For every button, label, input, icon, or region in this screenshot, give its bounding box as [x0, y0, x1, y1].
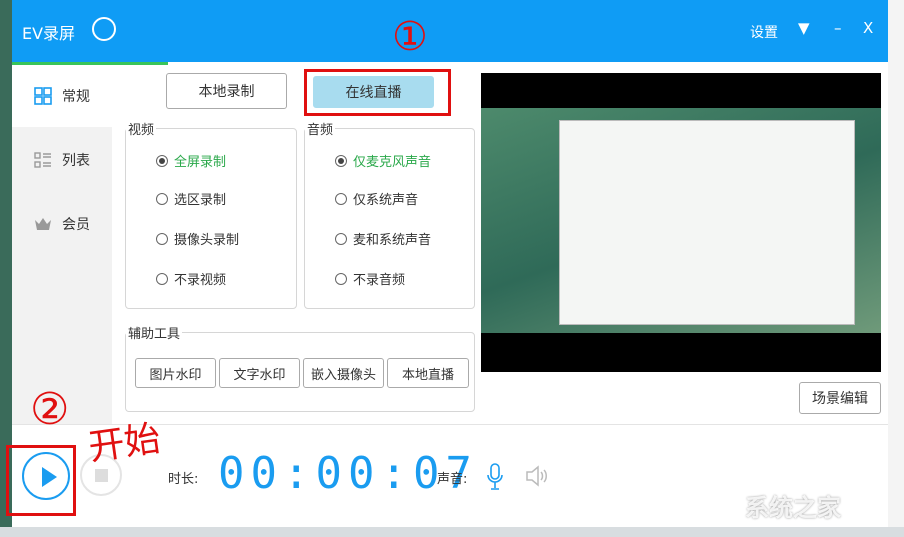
user-icon[interactable]	[92, 17, 116, 41]
annotation-start: 开始	[85, 418, 164, 469]
background-window	[888, 0, 904, 537]
speaker-icon[interactable]	[525, 465, 549, 487]
annotation-box-play	[6, 445, 76, 516]
radio	[156, 232, 168, 245]
minimize-button[interactable]: –	[834, 19, 842, 37]
sound-label: 声音:	[437, 472, 468, 487]
audio-option-system[interactable]: 仅系统声音	[335, 189, 418, 208]
radio	[335, 154, 347, 167]
option-label: 选区录制	[174, 193, 227, 208]
audio-group-label: 音频	[305, 119, 336, 138]
list-icon	[34, 152, 51, 168]
watermark: 系统之家	[745, 494, 841, 522]
background-taskbar	[0, 527, 904, 537]
option-label: 不录音频	[353, 273, 406, 288]
option-label: 麦和系统声音	[353, 233, 432, 248]
video-option-none[interactable]: 不录视频	[156, 269, 226, 288]
image-watermark-button[interactable]: 图片水印	[135, 358, 216, 388]
audio-option-both[interactable]: 麦和系统声音	[335, 229, 431, 248]
sidebar-item-member[interactable]: 会员	[12, 193, 112, 255]
sidebar: 常规 列表 会员	[12, 65, 112, 425]
browser-thumbnail	[559, 120, 855, 325]
sidebar-item-list[interactable]: 列表	[12, 129, 112, 191]
option-label: 全屏录制	[174, 155, 227, 170]
radio	[335, 192, 347, 205]
radio	[335, 272, 347, 285]
local-live-button[interactable]: 本地直播	[387, 358, 469, 388]
radio	[335, 232, 347, 245]
video-option-fullscreen[interactable]: 全屏录制	[156, 151, 226, 170]
grid-icon	[34, 87, 52, 105]
title-bar: EV录屏 设置 ▼ – X	[12, 0, 888, 62]
settings-button[interactable]: 设置	[750, 22, 778, 42]
app-title: EV录屏	[22, 24, 76, 43]
radio	[156, 272, 168, 285]
sidebar-item-label: 会员	[62, 217, 90, 233]
option-label: 仅系统声音	[353, 193, 419, 208]
video-option-camera[interactable]: 摄像头录制	[156, 229, 239, 248]
video-group-label: 视频	[126, 119, 157, 138]
close-button[interactable]: X	[863, 19, 873, 37]
radio	[156, 154, 168, 167]
sidebar-item-label: 列表	[62, 153, 90, 169]
desktop-thumbnail	[481, 108, 881, 333]
duration-label: 时长:	[168, 472, 199, 487]
audio-option-none[interactable]: 不录音频	[335, 269, 405, 288]
sidebar-item-general[interactable]: 常规	[12, 65, 112, 127]
sidebar-item-label: 常规	[62, 89, 90, 105]
microphone-icon[interactable]	[486, 463, 504, 491]
tools-group-label: 辅助工具	[126, 323, 183, 342]
crown-icon	[35, 218, 51, 230]
text-watermark-button[interactable]: 文字水印	[219, 358, 300, 388]
radio	[156, 192, 168, 205]
scene-edit-button[interactable]: 场景编辑	[799, 382, 881, 414]
option-label: 摄像头录制	[174, 233, 240, 248]
audio-option-mic[interactable]: 仅麦克风声音	[335, 151, 431, 170]
annotation-box-live	[304, 69, 451, 116]
annotation-one: ①	[392, 14, 428, 60]
annotation-two: ②	[30, 384, 70, 435]
embed-camera-button[interactable]: 嵌入摄像头	[303, 358, 384, 388]
screen-preview	[481, 73, 881, 372]
option-label: 仅麦克风声音	[353, 155, 432, 170]
option-label: 不录视频	[174, 273, 227, 288]
local-record-tab[interactable]: 本地录制	[166, 73, 287, 109]
video-option-region[interactable]: 选区录制	[156, 189, 226, 208]
dropdown-menu-icon[interactable]: ▼	[798, 19, 810, 37]
